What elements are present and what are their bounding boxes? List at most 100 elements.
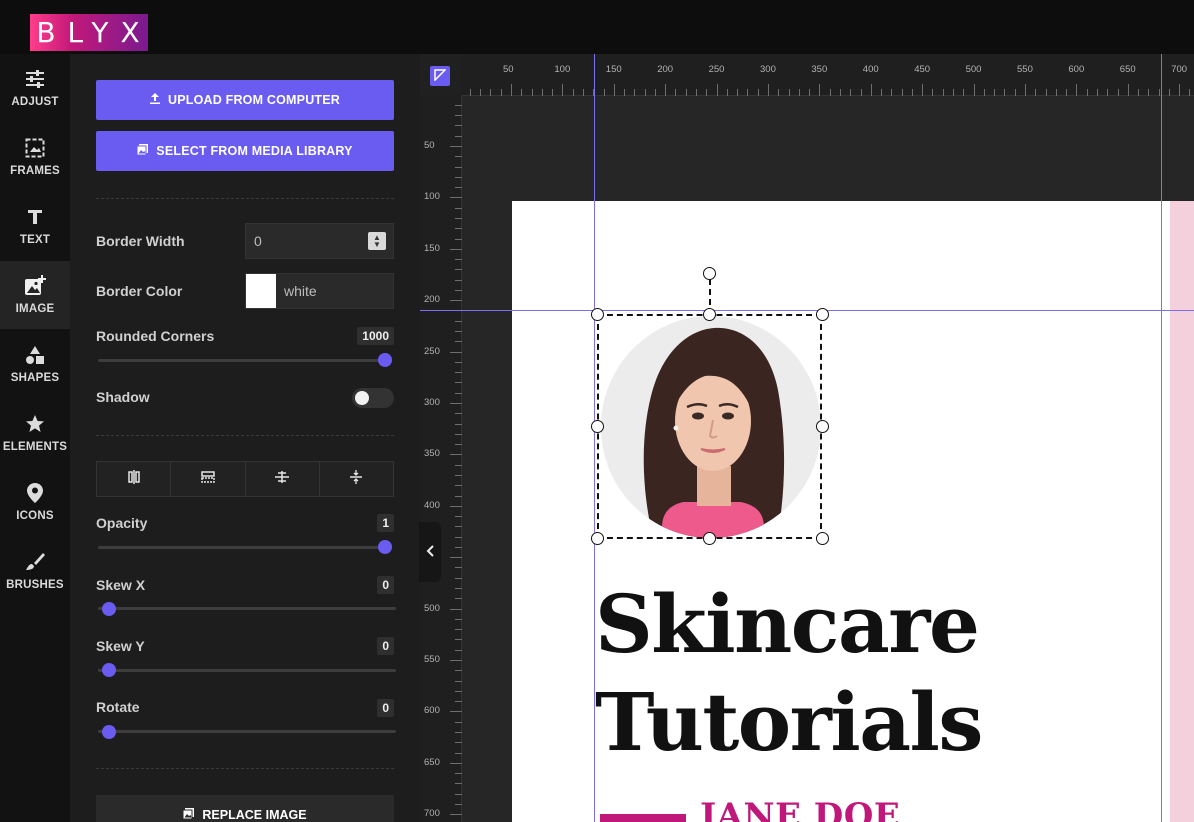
rail-item-elements[interactable]: ELEMENTS bbox=[0, 399, 70, 467]
resize-handle-left[interactable] bbox=[591, 420, 604, 433]
ruler-tick bbox=[768, 84, 769, 96]
ruler-tick bbox=[911, 89, 913, 96]
logo-text: BLYX bbox=[36, 16, 152, 49]
ruler-tick bbox=[455, 783, 462, 785]
shadow-toggle[interactable] bbox=[352, 388, 394, 408]
resize-handle-top-left[interactable] bbox=[591, 308, 604, 321]
resize-handle-top[interactable] bbox=[703, 308, 716, 321]
rail-item-image[interactable]: IMAGE bbox=[0, 261, 70, 329]
stepper-icon[interactable]: ▲ ▼ bbox=[368, 232, 386, 250]
rail-label: ICONS bbox=[16, 510, 54, 522]
rail-item-text[interactable]: TEXT bbox=[0, 192, 70, 260]
upload-from-computer-button[interactable]: UPLOAD FROM COMPUTER bbox=[96, 80, 394, 120]
ruler-label: 250 bbox=[424, 345, 440, 357]
align-horizontal-center-button[interactable] bbox=[246, 462, 320, 496]
ruler-tick bbox=[624, 89, 626, 96]
resize-handle-bottom-right[interactable] bbox=[816, 532, 829, 545]
ruler-tick bbox=[455, 382, 462, 384]
ruler-tick bbox=[455, 588, 462, 590]
ruler-tick bbox=[455, 618, 462, 620]
editor-root: BLYX ADJUST FRAMES TEXT IMAGE SHAPES ELE… bbox=[0, 0, 1194, 822]
skew-y-value: 0 bbox=[377, 637, 394, 655]
ruler-tick bbox=[455, 598, 462, 600]
rounded-corners-value: 1000 bbox=[357, 327, 394, 345]
rail-label: FRAMES bbox=[10, 165, 60, 177]
guide-line-horizontal[interactable] bbox=[420, 310, 1194, 311]
canvas-area: 50 100 150 200 250 300 350 400 450 500 550 600 650 70… bbox=[420, 54, 1194, 822]
rotate-slider-thumb[interactable] bbox=[102, 725, 116, 739]
resize-handle-right[interactable] bbox=[816, 420, 829, 433]
ruler-tick bbox=[450, 557, 462, 559]
ruler-tick bbox=[572, 89, 574, 96]
collapse-panel-button[interactable] bbox=[419, 522, 441, 582]
image-add-icon bbox=[24, 275, 46, 297]
ruler-label: 400 bbox=[424, 499, 440, 511]
color-swatch[interactable] bbox=[246, 274, 276, 308]
ruler-tick bbox=[953, 89, 955, 96]
ruler-tick bbox=[1107, 89, 1109, 96]
distribute-vertical-icon bbox=[348, 469, 364, 490]
resize-handle-bottom[interactable] bbox=[703, 532, 716, 545]
heading-line-1[interactable]: Skincare bbox=[595, 584, 980, 664]
rounded-corners-slider-thumb[interactable] bbox=[378, 353, 392, 367]
text-icon bbox=[24, 206, 46, 228]
opacity-label: Opacity bbox=[96, 515, 148, 531]
select-from-media-library-button[interactable]: SELECT FROM MEDIA LIBRARY bbox=[96, 131, 394, 171]
ruler-tick bbox=[1117, 89, 1119, 96]
ruler-tick bbox=[1096, 89, 1098, 96]
skew-x-slider[interactable] bbox=[98, 607, 396, 610]
align-vertical-center-button[interactable] bbox=[97, 462, 172, 496]
ruler-tick bbox=[455, 166, 462, 168]
rail-item-frames[interactable]: FRAMES bbox=[0, 123, 70, 191]
logo: BLYX bbox=[30, 14, 148, 51]
ruler-toggle-button[interactable] bbox=[430, 66, 450, 86]
align-vertical-center-icon bbox=[126, 469, 142, 490]
opacity-slider[interactable] bbox=[98, 546, 392, 549]
ruler-tick bbox=[1004, 89, 1006, 96]
ruler-tick bbox=[450, 248, 462, 250]
opacity-slider-thumb[interactable] bbox=[378, 540, 392, 554]
skew-y-slider-thumb[interactable] bbox=[102, 663, 116, 677]
ruler-tick bbox=[455, 731, 462, 733]
align-top-button[interactable] bbox=[171, 462, 246, 496]
ruler-tick bbox=[450, 403, 462, 404]
author-name[interactable]: JANE DOE bbox=[700, 796, 900, 822]
resize-handle-top-right[interactable] bbox=[816, 308, 829, 321]
ruler-tick bbox=[994, 89, 996, 96]
ruler-tick bbox=[455, 433, 462, 435]
rail-item-shapes[interactable]: SHAPES bbox=[0, 330, 70, 398]
ruler-tick bbox=[450, 454, 462, 456]
ruler-tick bbox=[1014, 89, 1016, 96]
skew-y-slider[interactable] bbox=[98, 669, 396, 672]
heading-line-2[interactable]: Tutorials bbox=[595, 682, 983, 762]
ruler-tick bbox=[901, 89, 903, 96]
ruler-tick bbox=[870, 84, 872, 96]
rail-item-icons[interactable]: ICONS bbox=[0, 468, 70, 536]
ruler-tick bbox=[455, 228, 462, 230]
tool-rail: ADJUST FRAMES TEXT IMAGE SHAPES ELEMENTS… bbox=[0, 54, 70, 822]
rounded-corners-slider[interactable] bbox=[98, 359, 392, 362]
vertical-ruler: 5010015020025030035040045050055060065070… bbox=[420, 96, 462, 822]
skew-x-slider-thumb[interactable] bbox=[102, 602, 116, 616]
replace-image-button[interactable]: REPLACE IMAGE bbox=[96, 795, 394, 822]
distribute-vertical-button[interactable] bbox=[320, 462, 393, 496]
border-width-input[interactable]: 0 ▲ ▼ bbox=[245, 223, 394, 259]
rail-item-adjust[interactable]: ADJUST bbox=[0, 54, 70, 122]
ruler-tick bbox=[891, 89, 893, 96]
rotate-handle[interactable] bbox=[703, 267, 716, 280]
replace-image-icon bbox=[182, 808, 195, 822]
ruler-tick bbox=[685, 89, 687, 96]
toggle-knob bbox=[355, 391, 369, 405]
ruler-tick bbox=[455, 752, 462, 754]
map-pin-icon bbox=[24, 482, 46, 504]
author-accent-bar[interactable] bbox=[600, 814, 686, 822]
ruler-tick bbox=[809, 89, 811, 96]
guide-line-vertical[interactable] bbox=[1161, 54, 1162, 822]
ruler-tick bbox=[450, 351, 462, 353]
resize-handle-bottom-left[interactable] bbox=[591, 532, 604, 545]
rotate-slider[interactable] bbox=[98, 730, 396, 733]
ruler-tick bbox=[963, 89, 965, 96]
ruler-tick bbox=[455, 444, 462, 446]
border-color-field[interactable]: white bbox=[245, 273, 394, 309]
rail-item-brushes[interactable]: BRUSHES bbox=[0, 537, 70, 605]
